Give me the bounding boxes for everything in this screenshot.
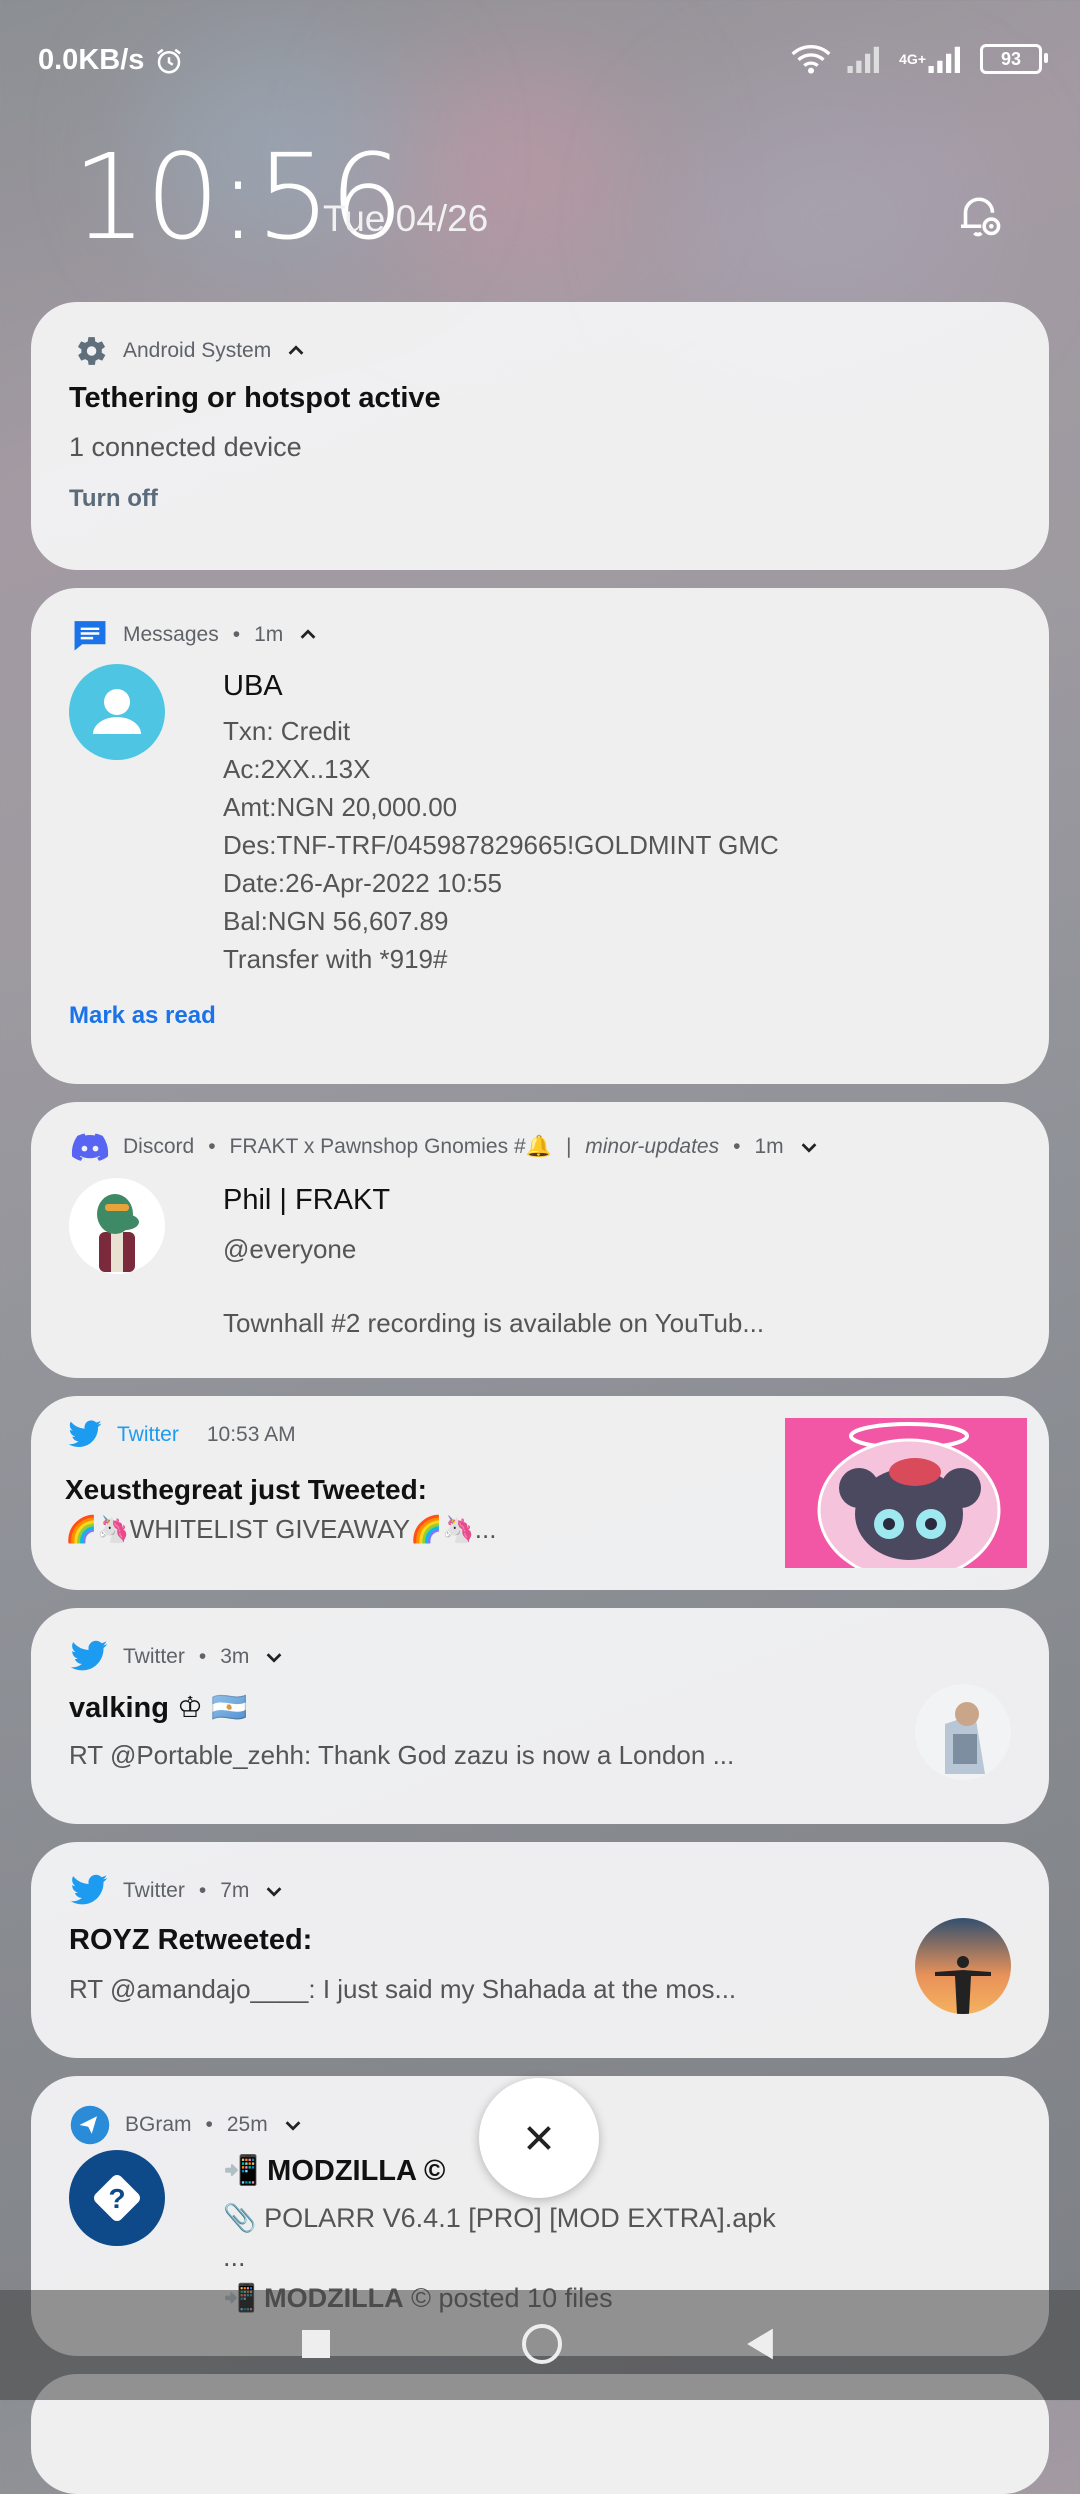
notification-messages[interactable]: Messages • 1m UBA Txn: Credit Ac:2XX..13… [31,588,1049,1084]
tweet-thumbnail [785,1418,1027,1568]
notification-text: RT @amandajo____: I just said my Shahada… [69,1974,737,2004]
ellipsis-line: ... [223,2242,246,2272]
mention-text: @everyone [223,1234,357,1264]
notification-text: 🌈🦄WHITELIST GIVEAWAY🌈🦄... [65,1514,497,1544]
notification-settings-icon[interactable] [952,188,1006,247]
network-type: 4G+ [899,51,926,67]
notification-twitter-giveaway[interactable]: Twitter 10:53 AM Xeusthegreat just Tweet… [31,1396,1049,1590]
twitter-icon [68,1420,102,1448]
notification-discord[interactable]: Discord • FRAKT x Pawnshop Gnomies #🔔 | m… [31,1102,1049,1378]
notification-android-system[interactable]: Android System Tethering or hotspot acti… [31,302,1049,570]
sender-name: Phil | FRAKT [223,1184,391,1216]
notification-title: valking ♔ 🇦🇷 [69,1692,248,1724]
recents-button[interactable] [302,2330,330,2358]
channel-suffix: minor-updates [585,1135,720,1158]
navigation-bar [0,2290,1080,2400]
attachment-line: 📎 POLARR V6.4.1 [PRO] [MOD EXTRA].apk [223,2203,776,2233]
notification-time: 10:53 AM [206,1423,296,1446]
notification-text: Townhall #2 recording is available on Yo… [223,1308,765,1338]
chevron-down-icon[interactable] [282,2114,304,2136]
contact-avatar [69,664,165,760]
date: Tue 04/26 [323,198,489,239]
sender-name: UBA [223,670,283,702]
sender-avatar [915,1684,1011,1780]
notification-time: 3m [220,1645,250,1668]
notification-time: 25m [226,2113,268,2136]
chevron-down-icon[interactable] [798,1136,820,1158]
notification-text: RT @Portable_zehh: Thank God zazu is now… [69,1740,735,1770]
notification-title: Xeusthegreat just Tweeted: [65,1474,428,1505]
sender-avatar [915,1918,1011,2014]
messages-icon [74,621,106,651]
chevron-up-icon[interactable] [285,340,307,362]
channel-name: FRAKT x Pawnshop Gnomies #🔔 [229,1135,552,1158]
notification-time: 1m [754,1135,784,1158]
back-button[interactable] [744,2326,776,2362]
discord-icon [71,1133,109,1161]
alarm-icon [157,48,182,73]
svg-text:?: ? [108,2183,125,2214]
notification-time: 7m [220,1879,250,1902]
signal-icon-sim1 [847,46,880,73]
app-name: Android System [123,339,272,362]
notification-title: 📲 MODZILLA © [223,2155,446,2187]
notification-time: 1m [254,623,284,646]
notification-twitter-valking[interactable]: Twitter • 3m valking ♔ 🇦🇷 RT @Portable_z… [31,1608,1049,1824]
chevron-down-icon[interactable] [263,1646,285,1668]
network-speed: 0.0KB/s [38,44,145,76]
close-icon [527,2126,551,2150]
wifi-icon [791,45,831,74]
bgram-icon [70,2105,110,2145]
twitter-icon [70,1640,108,1671]
chevron-up-icon[interactable] [297,624,319,646]
clear-all-button[interactable] [479,2078,599,2198]
notification-twitter-royz[interactable]: Twitter • 7m ROYZ Retweeted: RT @amandaj… [31,1842,1049,2058]
gear-icon [77,337,106,365]
notification-title: ROYZ Retweeted: [69,1924,313,1956]
twitter-icon [70,1874,108,1905]
battery-indicator: 93 [980,44,1048,74]
mark-as-read-button[interactable]: Mark as read [69,1002,216,1030]
status-bar: 0.0KB/s 4G+ 93 [0,0,1080,130]
sender-avatar [69,1178,165,1274]
message-body: Txn: Credit Ac:2XX..13X Amt:NGN 20,000.0… [223,716,779,974]
turn-off-button[interactable]: Turn off [69,485,158,513]
notification-title: Tethering or hotspot active [69,382,441,414]
signal-icon-sim2 [928,46,960,73]
channel-avatar: ? [69,2150,165,2246]
notification-text: 1 connected device [69,432,302,462]
home-button[interactable] [522,2324,562,2364]
chevron-down-icon[interactable] [263,1880,285,1902]
app-name: Twitter [117,1423,179,1446]
clock: 10:56 [72,128,404,266]
